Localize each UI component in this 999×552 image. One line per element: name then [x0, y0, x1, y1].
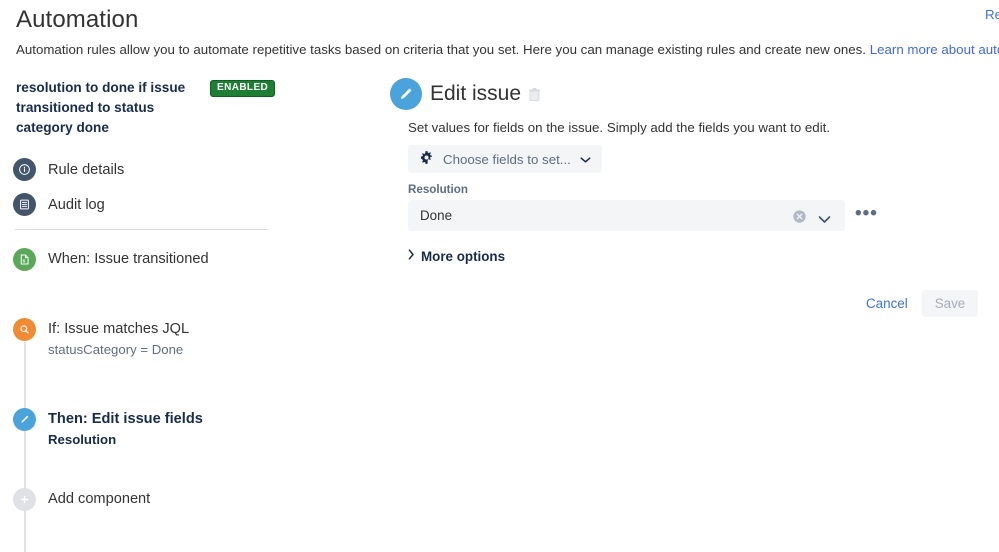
resolution-value: Done	[420, 208, 453, 223]
pencil-icon	[390, 78, 422, 110]
magnifier-icon	[13, 318, 36, 341]
plus-icon	[13, 488, 36, 511]
cancel-button[interactable]: Cancel	[856, 290, 918, 317]
panel-description: Set values for fields on the issue. Simp…	[408, 120, 831, 135]
page-description: Automation rules allow you to automate r…	[16, 42, 999, 57]
sidebar-item-label: Audit log	[48, 196, 105, 213]
status-badge: ENABLED	[210, 80, 276, 97]
sidebar-item-rule-details[interactable]: Rule details	[13, 158, 124, 181]
top-right-action-link[interactable]: Re	[985, 7, 999, 22]
sidebar-item-label: Rule details	[48, 161, 125, 178]
sidebar-divider	[15, 229, 268, 230]
flow-step-title: If: Issue matches JQL	[48, 321, 190, 337]
sidebar-item-audit-log[interactable]: Audit log	[13, 193, 105, 216]
panel-actions: Cancel Save	[856, 290, 979, 317]
trigger-document-icon	[13, 248, 36, 271]
pencil-icon	[13, 408, 36, 431]
flow-step-title: Add component	[48, 491, 151, 507]
flow-connector-line	[24, 342, 26, 552]
edit-issue-panel: Edit issue Set values for fields on the …	[390, 70, 999, 522]
choose-fields-dropdown[interactable]: Choose fields to set...	[408, 145, 602, 173]
more-options-toggle[interactable]: More options	[408, 247, 505, 265]
rule-sidebar: resolution to done if issue transitioned…	[0, 70, 300, 552]
gear-icon	[419, 150, 434, 168]
flow-step-subtitle: Resolution	[48, 432, 117, 447]
trash-icon[interactable]	[528, 87, 541, 107]
chevron-down-icon	[580, 152, 591, 167]
more-options-label: More options	[421, 248, 506, 264]
panel-title: Edit issue	[430, 82, 522, 105]
choose-fields-label: Choose fields to set...	[443, 151, 571, 167]
rule-name: resolution to done if issue transitioned…	[16, 80, 186, 135]
chevron-down-icon[interactable]	[818, 211, 831, 229]
clear-circle-icon[interactable]	[792, 209, 807, 229]
list-document-icon	[13, 193, 36, 216]
chevron-right-icon	[408, 247, 415, 265]
flow-step-title: When: Issue transitioned	[48, 251, 209, 267]
learn-more-link[interactable]: Learn more about automation	[870, 42, 999, 57]
resolution-select-field[interactable]: Done	[408, 200, 845, 231]
save-button[interactable]: Save	[921, 290, 979, 317]
flow-step-subtitle: statusCategory = Done	[48, 342, 184, 357]
info-circle-icon	[13, 158, 36, 181]
flow-step-title: Then: Edit issue fields	[48, 411, 203, 427]
page-description-text: Automation rules allow you to automate r…	[16, 42, 866, 57]
ellipsis-icon[interactable]: •••	[855, 204, 878, 223]
page-title: Automation	[16, 6, 139, 33]
field-label-resolution: Resolution	[408, 183, 468, 196]
